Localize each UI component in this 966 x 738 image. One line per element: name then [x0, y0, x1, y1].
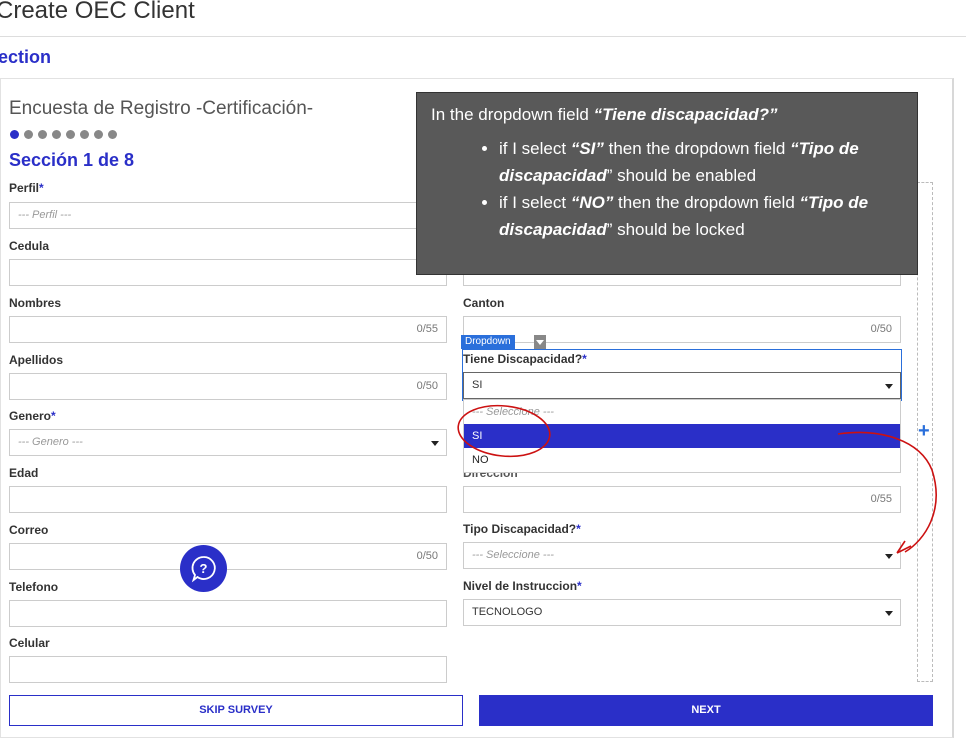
help-button[interactable]: ? [180, 545, 227, 592]
red-arrow-head [896, 540, 912, 554]
skip-survey-button[interactable]: SKIP SURVEY [9, 695, 463, 726]
svg-text:?: ? [200, 561, 208, 576]
red-arrow-curve [837, 431, 937, 553]
red-annotation-marks [457, 404, 937, 554]
question-bubble-icon: ? [191, 556, 216, 583]
red-circle-mark [457, 404, 551, 458]
next-button[interactable]: NEXT [479, 695, 933, 726]
